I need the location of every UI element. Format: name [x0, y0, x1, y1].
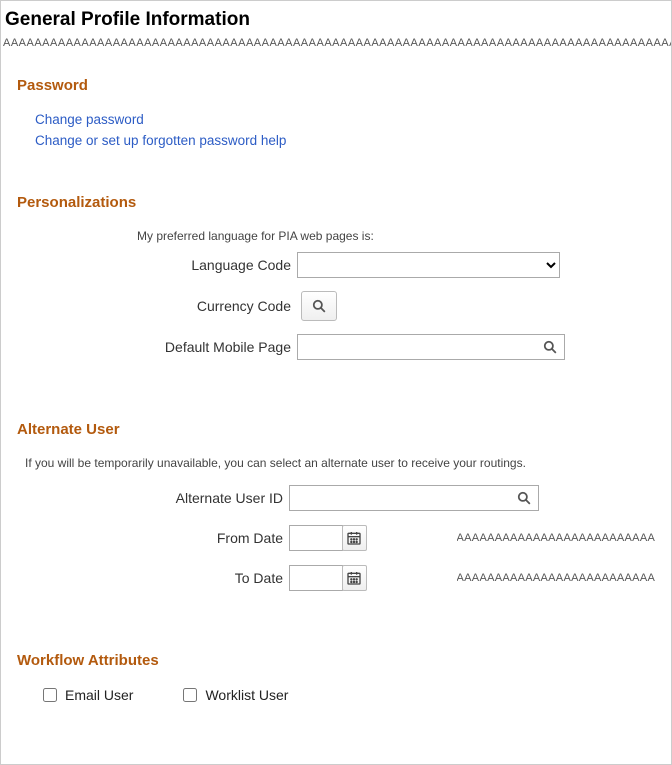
default-mobile-page-input[interactable] — [297, 334, 565, 360]
alternate-user-id-input[interactable] — [289, 485, 539, 511]
personalizations-heading: Personalizations — [17, 194, 655, 211]
language-help-text: My preferred language for PIA web pages … — [17, 229, 655, 243]
personalizations-section: Personalizations My preferred language f… — [1, 154, 671, 361]
language-code-label: Language Code — [17, 257, 297, 273]
from-date-picker-button[interactable] — [342, 525, 367, 551]
email-user-checkbox-item[interactable]: Email User — [43, 687, 133, 703]
worklist-user-checkbox-item[interactable]: Worklist User — [183, 687, 288, 703]
search-icon — [312, 299, 326, 313]
to-date-picker-button[interactable] — [342, 565, 367, 591]
alternate-user-help-text: If you will be temporarily unavailable, … — [17, 456, 655, 470]
alternate-user-section: Alternate User If you will be temporaril… — [1, 373, 671, 592]
from-date-input[interactable] — [289, 525, 343, 551]
search-icon[interactable] — [517, 491, 531, 505]
to-date-label: To Date — [17, 570, 289, 586]
worklist-user-checkbox[interactable] — [183, 688, 197, 702]
page-title: General Profile Information — [1, 1, 671, 37]
default-mobile-page-label: Default Mobile Page — [17, 339, 297, 355]
email-user-label: Email User — [65, 687, 133, 703]
password-heading: Password — [17, 77, 655, 94]
password-section: Password Change password Change or set u… — [1, 53, 671, 148]
to-date-input[interactable] — [289, 565, 343, 591]
alternate-user-id-label: Alternate User ID — [17, 490, 289, 506]
search-icon[interactable] — [543, 340, 557, 354]
currency-code-lookup-button[interactable] — [301, 291, 337, 321]
change-password-link[interactable]: Change password — [35, 112, 655, 127]
calendar-icon — [346, 530, 362, 546]
to-date-example-text: AAAAAAAAAAAAAAAAAAAAAAAAAAAAAA — [457, 572, 655, 584]
workflow-heading: Workflow Attributes — [17, 652, 655, 669]
from-date-label: From Date — [17, 530, 289, 546]
language-code-select[interactable] — [297, 252, 560, 278]
currency-code-label: Currency Code — [17, 298, 297, 314]
worklist-user-label: Worklist User — [205, 687, 288, 703]
title-divider: AAAAAAAAAAAAAAAAAAAAAAAAAAAAAAAAAAAAAAAA… — [1, 37, 671, 53]
email-user-checkbox[interactable] — [43, 688, 57, 702]
workflow-section: Workflow Attributes Email User Worklist … — [1, 604, 671, 703]
calendar-icon — [346, 570, 362, 586]
alternate-user-heading: Alternate User — [17, 421, 655, 438]
from-date-example-text: AAAAAAAAAAAAAAAAAAAAAAAAAAAAAA — [457, 532, 655, 544]
forgotten-password-link[interactable]: Change or set up forgotten password help — [35, 133, 655, 148]
